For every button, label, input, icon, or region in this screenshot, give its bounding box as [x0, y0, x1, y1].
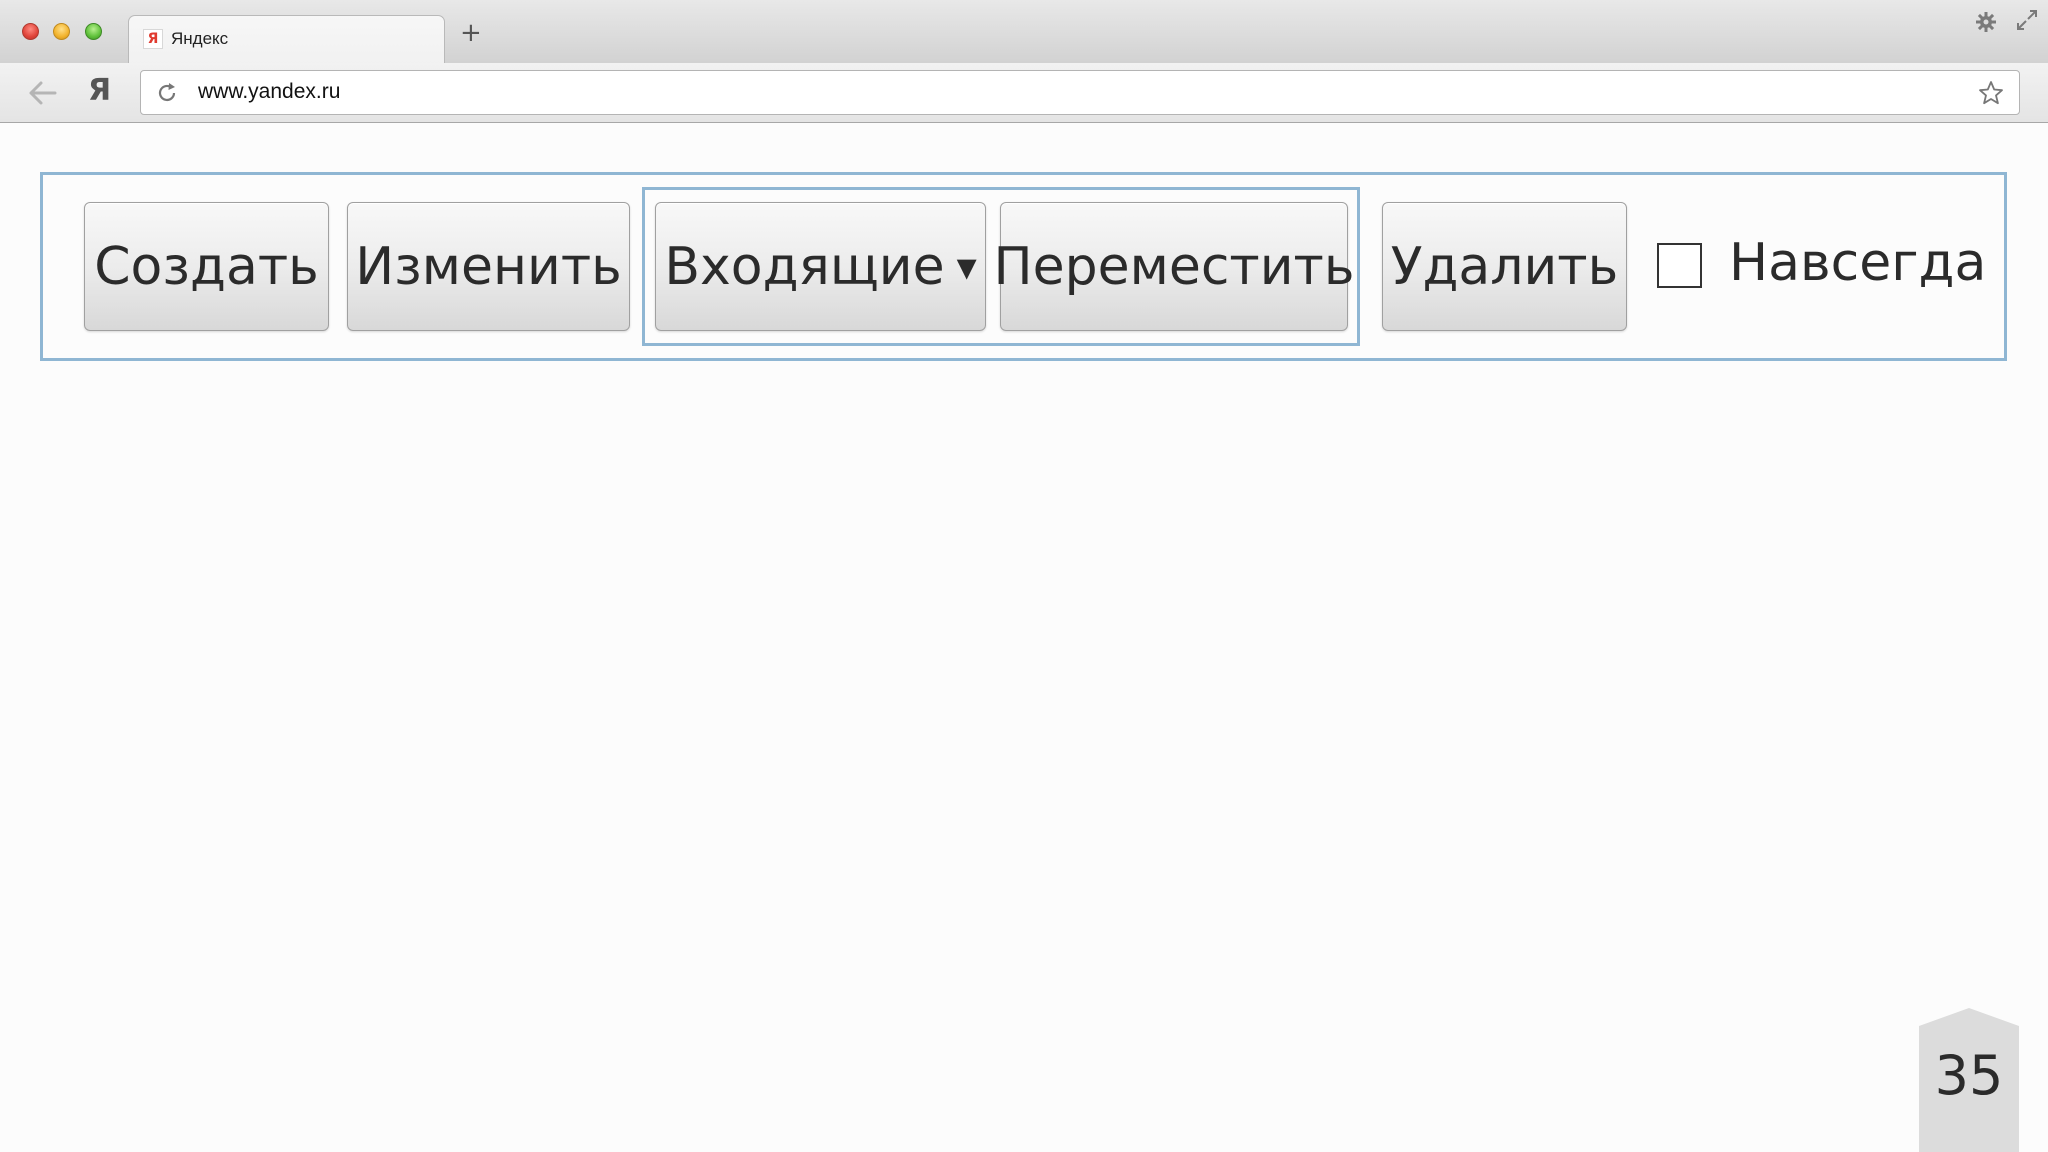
forever-checkbox[interactable] [1657, 243, 1702, 288]
zoom-window-button[interactable] [85, 23, 102, 40]
tab-title: Яндекс [171, 29, 229, 48]
browser-titlebar: Я Яндекс + [0, 0, 2048, 65]
new-tab-button[interactable]: + [460, 20, 482, 46]
back-arrow-icon[interactable] [28, 80, 58, 106]
browser-toolbar: Я www.yandex.ru [0, 63, 2048, 123]
browser-tab[interactable]: Я Яндекс [128, 15, 445, 65]
page-number: 35 [1934, 1044, 2004, 1107]
gear-icon[interactable] [1974, 10, 1998, 34]
inbox-button-label: Входящие [664, 236, 945, 297]
delete-button-label: Удалить [1390, 236, 1619, 297]
address-bar[interactable]: www.yandex.ru [140, 70, 2020, 115]
close-window-button[interactable] [22, 23, 39, 40]
create-button[interactable]: Создать [84, 202, 329, 331]
delete-button[interactable]: Удалить [1382, 202, 1627, 331]
yandex-button[interactable]: Я [88, 73, 111, 108]
move-button[interactable]: Переместить [994, 202, 1354, 331]
create-button-label: Создать [94, 236, 319, 297]
url-text[interactable]: www.yandex.ru [198, 80, 340, 104]
page-number-badge: 35 [1919, 1008, 2019, 1152]
chevron-down-icon: ▾ [956, 243, 977, 290]
forever-label[interactable]: Навсегда [1729, 233, 1986, 293]
fullscreen-icon[interactable] [2015, 8, 2039, 32]
reload-icon[interactable] [155, 81, 179, 105]
yandex-favicon-icon: Я [143, 29, 163, 49]
minimize-window-button[interactable] [53, 23, 70, 40]
move-button-label: Переместить [993, 236, 1355, 297]
inbox-dropdown-button[interactable]: Входящие ▾ [655, 202, 986, 331]
star-icon[interactable] [1977, 79, 2005, 107]
edit-button[interactable]: Изменить [347, 202, 630, 331]
edit-button-label: Изменить [355, 236, 622, 297]
